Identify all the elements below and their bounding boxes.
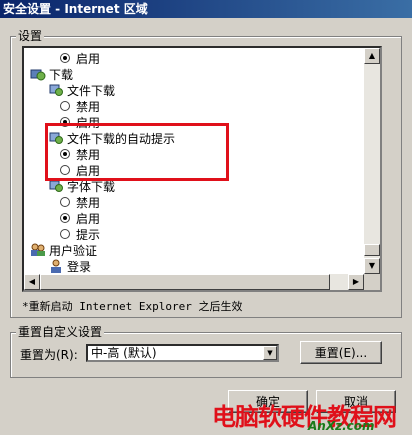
scroll-down-icon[interactable]: ▼ [364,258,380,274]
security-level-value: 中-高 (默认) [91,346,157,360]
radio-unchecked-icon[interactable] [60,165,70,175]
tree-label: 下载 [49,67,74,82]
setting-icon [48,179,64,193]
settings-group-label: 设置 [16,29,45,43]
tree-label: 启用 [76,51,101,66]
window-title: 安全设置 - Internet 区域 [0,0,412,18]
tree-label: 禁用 [76,147,101,162]
reset-group-label: 重置自定义设置 [16,325,105,339]
tree-option[interactable]: 禁用 [60,194,100,210]
scroll-left-icon[interactable]: ◀ [24,274,40,290]
tree-label: 登录 [67,259,92,274]
scroll-right-icon[interactable]: ▶ [348,274,364,290]
tree-option[interactable]: 启用 [60,50,100,66]
tree-category: 用户验证 [30,242,97,258]
hscroll-thumb[interactable] [40,274,330,290]
radio-unchecked-icon[interactable] [60,229,70,239]
scroll-up-icon[interactable]: ▲ [364,48,380,64]
tree-option[interactable]: 提示 [60,226,100,242]
tree-option[interactable]: 禁用 [60,98,100,114]
tree-label: 文件下载 [67,83,116,98]
tree-label: 字体下载 [67,179,116,194]
tree-label: 用户验证 [49,243,98,258]
radio-checked-icon[interactable] [60,53,70,63]
tree-category: 下载 [30,66,73,82]
tree-option[interactable]: 启用 [60,210,100,226]
setting-icon [48,131,64,145]
scroll-corner [364,274,380,290]
tree-setting: 字体下载 [48,178,115,194]
horizontal-scrollbar[interactable]: ◀ ▶ [24,274,364,290]
tree-setting: 登录 [48,258,91,274]
chevron-down-icon[interactable]: ▼ [263,346,277,360]
tree-setting: 文件下载 [48,82,115,98]
tree-label: 禁用 [76,195,101,210]
tree-label: 启用 [76,115,101,130]
tree-setting: 文件下载的自动提示 [48,130,175,146]
users-icon [30,243,46,257]
radio-checked-icon[interactable] [60,149,70,159]
tree-label: 提示 [76,227,101,242]
scroll-thumb[interactable] [364,244,380,256]
tree-option[interactable]: 启用 [60,114,100,130]
tree-label: 启用 [76,163,101,178]
tree-option[interactable]: 启用 [60,162,100,178]
tree-label: 启用 [76,211,101,226]
reset-button[interactable]: 重置(E)... [300,341,382,364]
security-level-select[interactable]: 中-高 (默认) ▼ [86,344,279,362]
setting-icon [48,83,64,97]
reset-to-label: 重置为(R): [20,348,78,362]
radio-checked-icon[interactable] [60,213,70,223]
radio-unchecked-icon[interactable] [60,197,70,207]
radio-unchecked-icon[interactable] [60,101,70,111]
watermark-sub: AnXz.com [308,419,375,433]
tree-label: 禁用 [76,99,101,114]
restart-note: *重新启动 Internet Explorer 之后生效 [22,300,243,313]
tree-option[interactable]: 禁用 [60,146,100,162]
tree-label: 文件下载的自动提示 [67,131,176,146]
radio-checked-icon[interactable] [60,117,70,127]
settings-gear-icon [30,67,46,81]
settings-tree[interactable]: 启用 下载 文件下载 禁用 启用 文件下载的自动提示 禁用 启用 字体下载 禁用 启用 提示 用户验证登… [22,46,382,292]
vertical-scrollbar[interactable]: ▲ ▼ [364,48,380,274]
user-icon [48,259,64,273]
